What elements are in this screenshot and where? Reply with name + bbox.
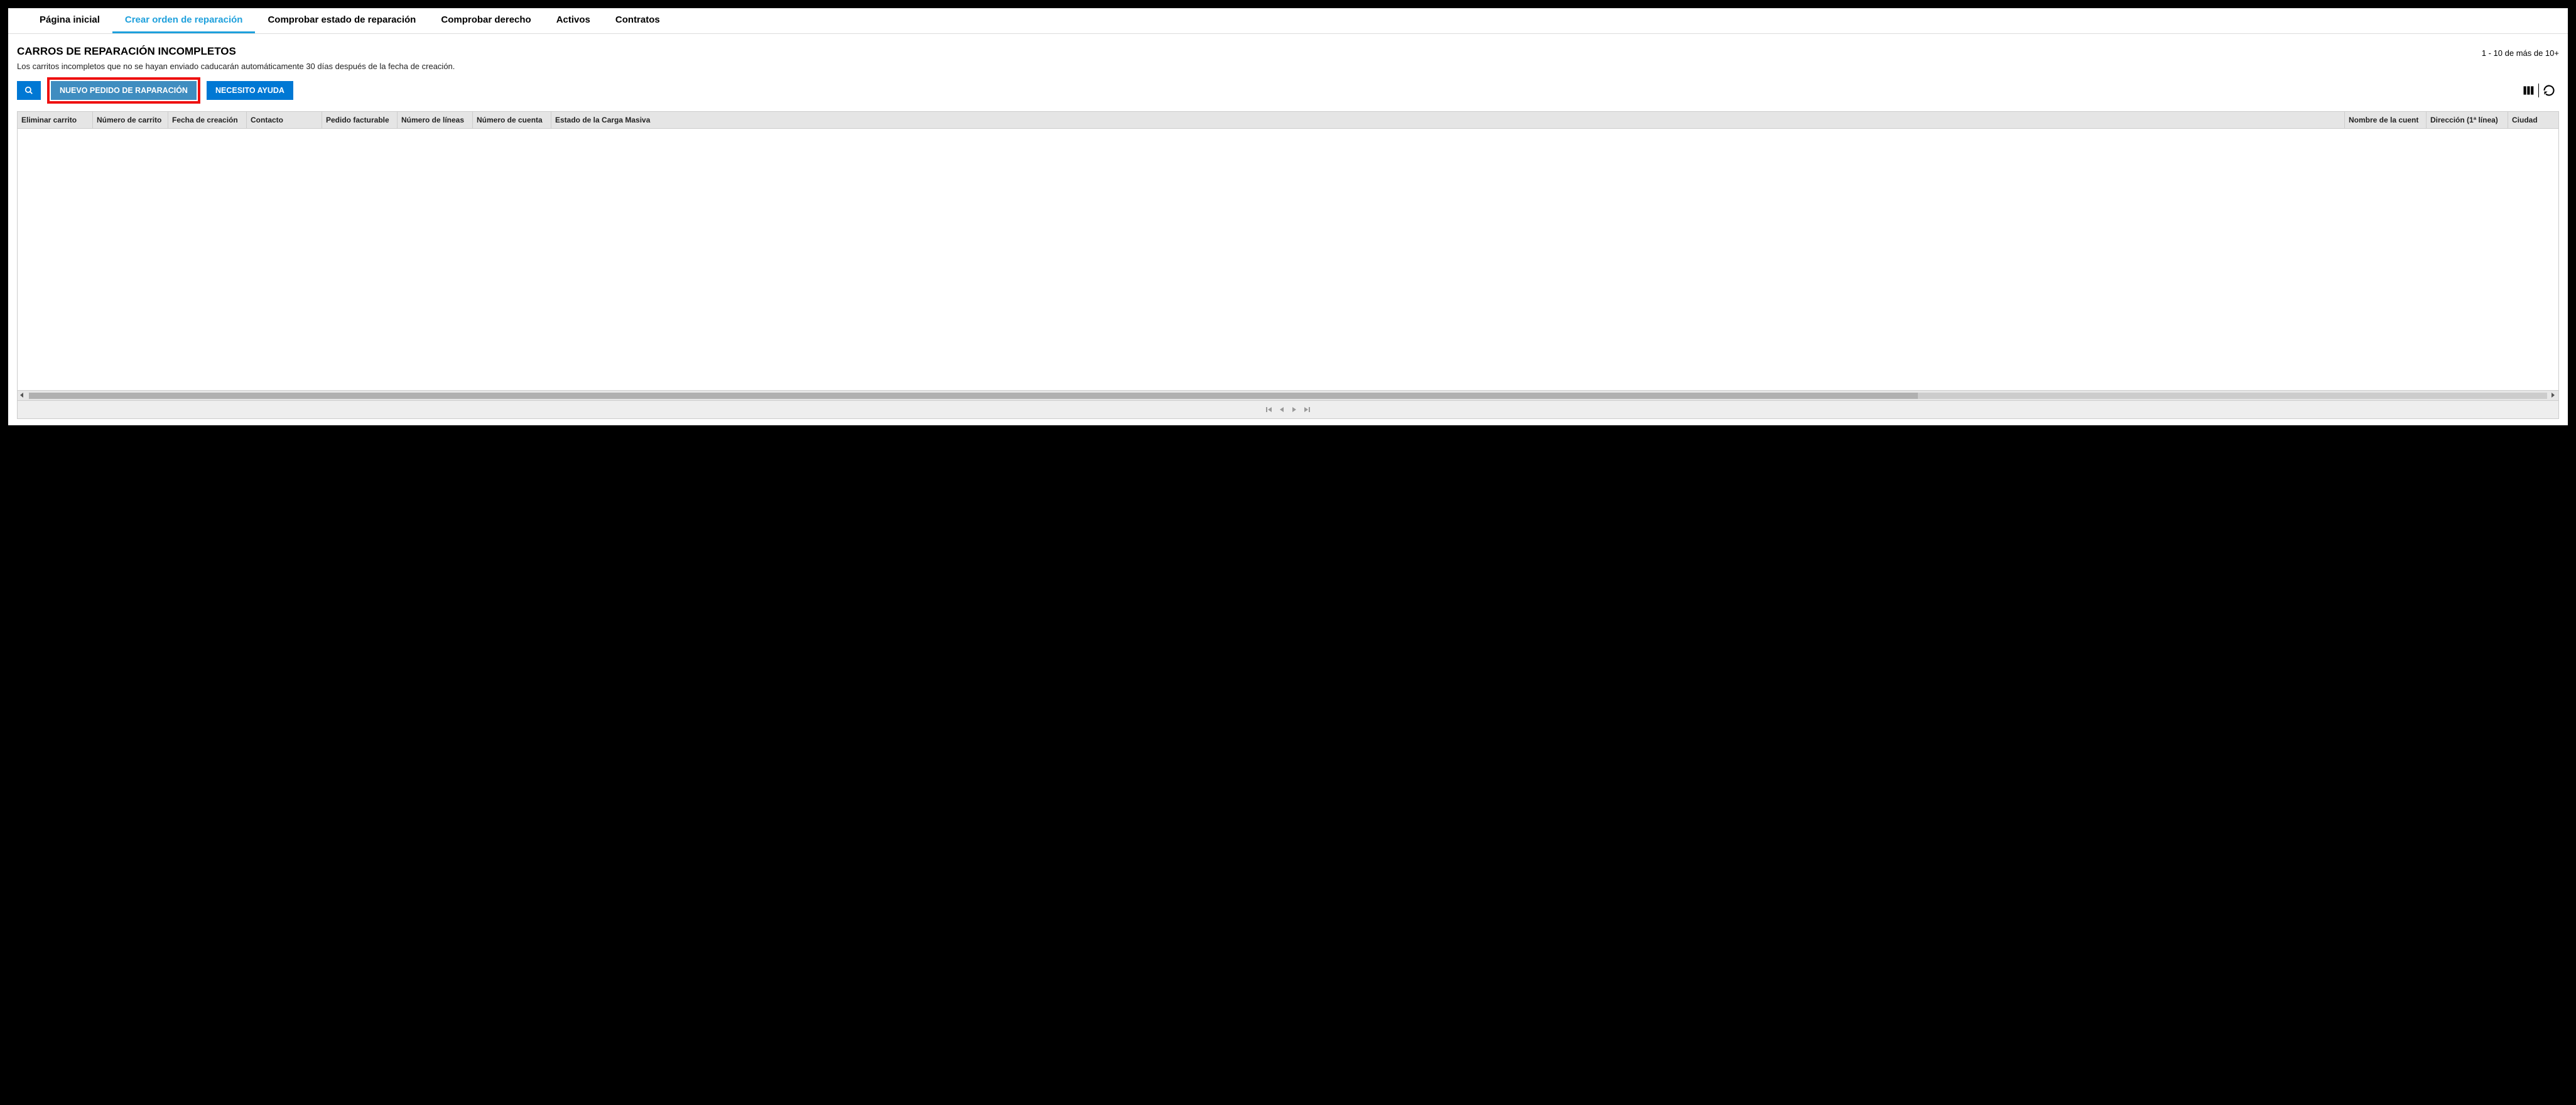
table-body (18, 129, 2558, 390)
refresh-button[interactable] (2543, 84, 2555, 97)
col-lines[interactable]: Número de líneas (398, 112, 473, 128)
need-help-button[interactable]: NECESITO AYUDA (207, 81, 293, 100)
search-button[interactable] (17, 81, 41, 100)
page-subtitle: Los carritos incompletos que no se hayan… (8, 60, 2568, 76)
col-account-name[interactable]: Nombre de la cuent (2345, 112, 2427, 128)
next-page-icon (1291, 406, 1298, 413)
tab-assets[interactable]: Activos (544, 8, 603, 33)
pager (17, 401, 2559, 419)
scroll-thumb[interactable] (29, 393, 1918, 399)
columns-button[interactable] (2522, 84, 2535, 97)
col-created[interactable]: Fecha de creación (168, 112, 247, 128)
refresh-icon (2543, 84, 2555, 97)
col-address1[interactable]: Dirección (1ª línea) (2427, 112, 2508, 128)
scroll-right-icon (2550, 392, 2557, 400)
horizontal-scrollbar[interactable] (18, 390, 2558, 400)
record-range: 1 - 10 de más de 10+ (2482, 48, 2559, 58)
tab-check-status[interactable]: Comprobar estado de reparación (255, 8, 428, 33)
search-icon (24, 86, 33, 95)
first-page-icon (1265, 406, 1273, 413)
last-page-icon (1303, 406, 1311, 413)
col-bulk-status[interactable]: Estado de la Carga Masiva (551, 112, 2345, 128)
tab-home[interactable]: Página inicial (27, 8, 112, 33)
tab-contracts[interactable]: Contratos (603, 8, 673, 33)
col-billable[interactable]: Pedido facturable (322, 112, 398, 128)
scroll-track[interactable] (29, 393, 2547, 399)
tab-check-right[interactable]: Comprobar derecho (428, 8, 543, 33)
col-city[interactable]: Ciudad (2508, 112, 2558, 128)
highlight-new-repair: NUEVO PEDIDO DE RAPARACIÓN (47, 77, 200, 104)
new-repair-button[interactable]: NUEVO PEDIDO DE RAPARACIÓN (51, 81, 197, 100)
carts-table: Eliminar carrito Número de carrito Fecha… (17, 111, 2559, 401)
col-contact[interactable]: Contacto (247, 112, 322, 128)
table-header: Eliminar carrito Número de carrito Fecha… (18, 112, 2558, 129)
pager-next[interactable] (1291, 406, 1298, 413)
prev-page-icon (1278, 406, 1285, 413)
pager-last[interactable] (1303, 406, 1311, 413)
col-delete-cart[interactable]: Eliminar carrito (18, 112, 93, 128)
tab-bar: Página inicial Crear orden de reparación… (8, 8, 2568, 34)
col-account-number[interactable]: Número de cuenta (473, 112, 551, 128)
tab-create-repair[interactable]: Crear orden de reparación (112, 8, 256, 33)
scroll-left-icon (19, 392, 26, 400)
toolbar-divider (2538, 84, 2539, 97)
col-cart-number[interactable]: Número de carrito (93, 112, 168, 128)
columns-icon (2522, 84, 2535, 97)
page-title: CARROS DE REPARACIÓN INCOMPLETOS (17, 45, 236, 58)
pager-first[interactable] (1265, 406, 1273, 413)
pager-prev[interactable] (1278, 406, 1285, 413)
